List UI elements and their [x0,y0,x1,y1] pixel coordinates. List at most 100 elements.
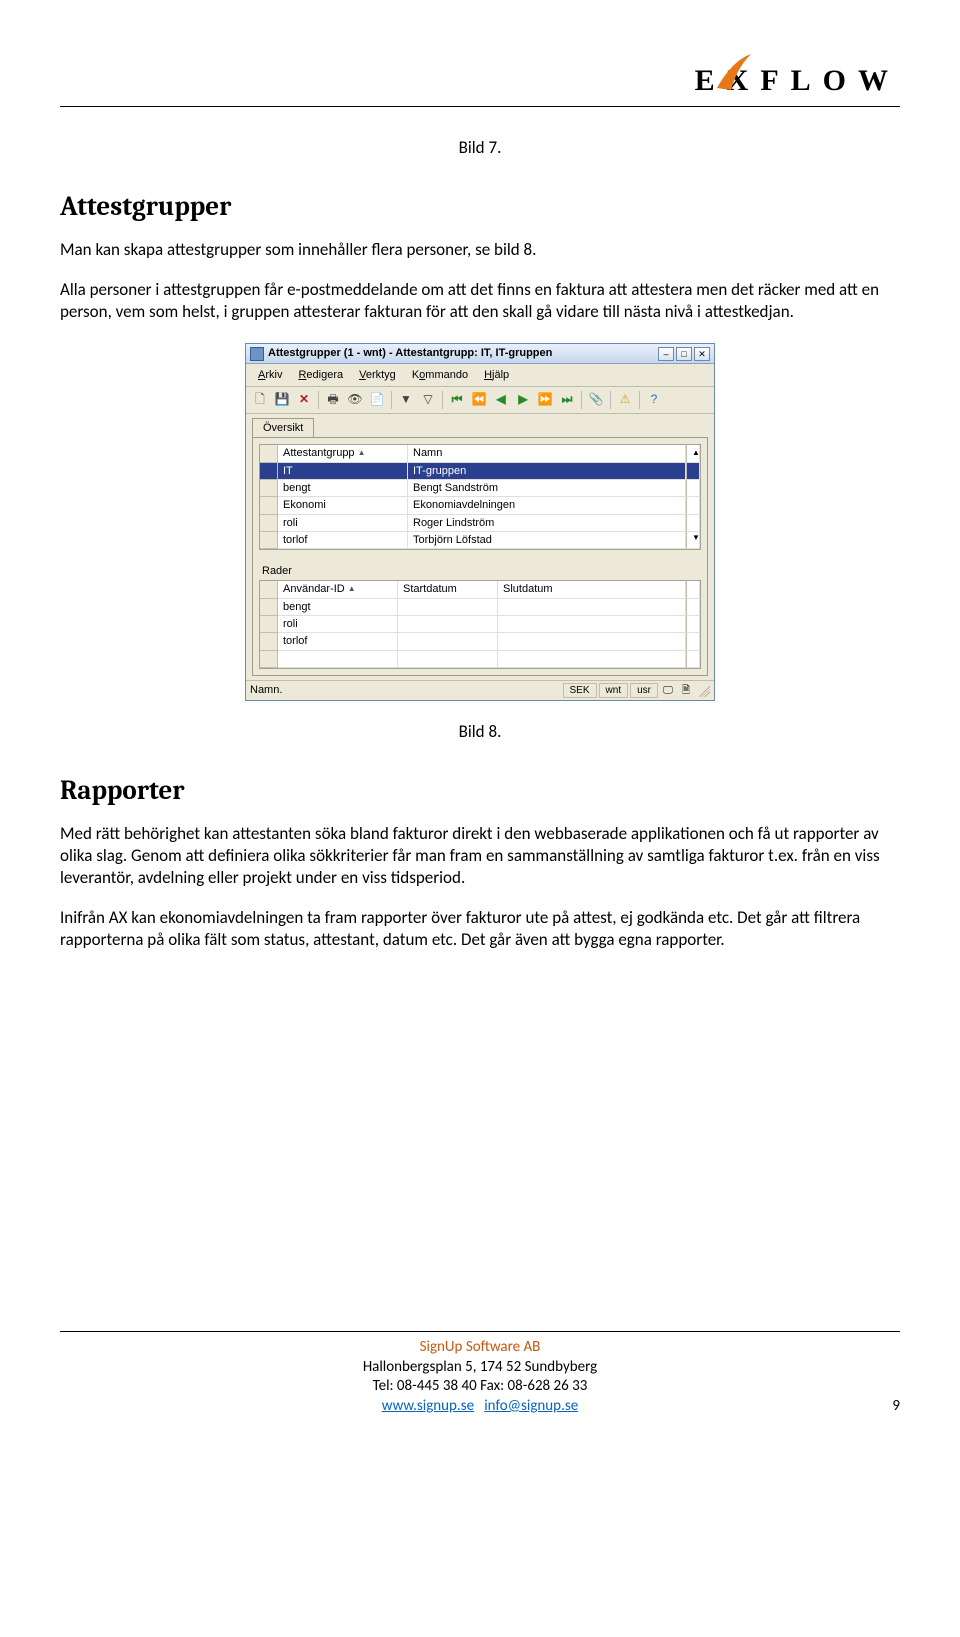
cell-end [498,651,686,668]
nav-last-icon[interactable]: ⏭ [557,390,577,410]
row-selector[interactable] [260,463,278,480]
table-row[interactable]: IT IT-gruppen [260,463,700,480]
export-icon[interactable]: 📄 [367,390,387,410]
footer-link-email[interactable]: info@signup.se [484,1397,578,1415]
toolbar-separator [442,391,443,409]
row-selector[interactable] [260,633,278,650]
col-startdatum[interactable]: Startdatum [398,581,498,598]
scroll-down-icon[interactable]: ▼ [686,532,700,549]
row-selector[interactable] [260,515,278,532]
status-monitor-icon: 🖵 [660,683,676,697]
attach-icon[interactable]: 📎 [586,390,606,410]
minimize-button[interactable]: – [658,347,674,361]
col-attestantgrupp[interactable]: Attestantgrupp▲ [278,445,408,462]
nav-prevpage-icon[interactable]: ⏪ [469,390,489,410]
new-icon[interactable]: 🗋 [250,390,270,410]
row-selector[interactable] [260,480,278,497]
table-row[interactable]: bengt Bengt Sandström [260,480,700,497]
scrollbar[interactable] [686,581,700,598]
cell-user: torlof [278,633,398,650]
sort-asc-icon: ▲ [348,584,356,594]
cell-namn: IT-gruppen [408,463,686,480]
row-selector[interactable] [260,651,278,668]
menu-verktyg[interactable]: Verktyg [353,367,402,383]
row-selector[interactable] [260,532,278,549]
delete-icon[interactable]: ✕ [294,390,314,410]
status-wnt: wnt [599,683,629,698]
filter-icon[interactable]: ▼ [396,390,416,410]
sort-asc-icon: ▲ [358,448,366,458]
menu-redigera[interactable]: Redigera [292,367,349,383]
nav-prev-icon[interactable]: ◀ [491,390,511,410]
row-selector[interactable] [260,616,278,633]
col-anvandarid[interactable]: Användar-ID▲ [278,581,398,598]
cell-namn: Ekonomiavdelningen [408,497,686,514]
maximize-button[interactable]: □ [676,347,692,361]
logo-text: EXFLOW [695,61,900,100]
table-row[interactable]: roli Roger Lindström [260,515,700,532]
resize-grip-icon[interactable] [696,683,710,697]
scroll-up-icon[interactable]: ▲ [686,445,700,462]
para-attest-2: Alla personer i attestgruppen får e-post… [60,279,900,323]
page-footer: SignUp Software AB Hallonbergsplan 5, 17… [60,1331,900,1416]
row-selector[interactable] [260,599,278,616]
footer-phone: Tel: 08-445 38 40 Fax: 08-628 26 33 [90,1377,870,1397]
toolbar-separator [610,391,611,409]
table-row[interactable]: Ekonomi Ekonomiavdelningen [260,497,700,514]
toolbar-separator [391,391,392,409]
menu-arkiv[interactable]: AArkivrkiv [252,367,288,383]
window-title: Attestgrupper (1 - wnt) - Attestantgrupp… [268,346,552,360]
para-rapporter-1: Med rätt behörighet kan attestanten söka… [60,823,900,889]
grid-rader[interactable]: Användar-ID▲ Startdatum Slutdatum bengt [259,580,701,668]
menu-bar: AArkivrkiv Redigera Verktyg Kommando Hjä… [246,364,714,387]
tab-oversikt[interactable]: Översikt [252,418,314,437]
cell-end [498,616,686,633]
cell-start [398,599,498,616]
grid-attestgrupper[interactable]: Attestantgrupp▲ Namn ▲ IT IT-gruppen ben… [259,444,701,550]
cell-grupp: bengt [278,480,408,497]
clear-filter-icon[interactable]: ▽ [418,390,438,410]
caption-bild7: Bild 7. [60,137,900,159]
status-sek: SEK [563,683,597,698]
save-icon[interactable]: 💾 [272,390,292,410]
table-row[interactable]: roli [260,616,700,633]
help-icon[interactable]: ? [644,390,664,410]
print-icon[interactable]: 🖶 [323,390,343,410]
col-namn[interactable]: Namn [408,445,686,462]
row-selector[interactable] [260,497,278,514]
cell-namn: Roger Lindström [408,515,686,532]
cell-grupp: Ekonomi [278,497,408,514]
footer-company: SignUp Software AB [90,1338,870,1358]
tab-pane-oversikt: Attestantgrupp▲ Namn ▲ IT IT-gruppen ben… [252,437,708,675]
cell-end [498,599,686,616]
page-header: EXFLOW [60,60,900,107]
table-row[interactable]: torlof Torbjörn Löfstad ▼ [260,532,700,549]
menu-kommando[interactable]: Kommando [406,367,474,383]
attestgrupper-window: Attestgrupper (1 - wnt) - Attestantgrupp… [245,343,715,700]
nav-next-icon[interactable]: ▶ [513,390,533,410]
heading-rapporter: Rapporter [60,773,900,808]
menu-hjalp[interactable]: Hjälp [478,367,515,383]
cell-namn: Bengt Sandström [408,480,686,497]
cell-user: bengt [278,599,398,616]
nav-first-icon[interactable]: ⏮ [447,390,467,410]
table-row[interactable]: torlof [260,633,700,650]
para-attest-1: Man kan skapa attestgrupper som innehåll… [60,239,900,261]
label-rader: Rader [259,560,701,580]
close-button[interactable]: ✕ [694,347,710,361]
nav-nextpage-icon[interactable]: ⏩ [535,390,555,410]
window-titlebar: Attestgrupper (1 - wnt) - Attestantgrupp… [246,344,714,363]
cell-user [278,651,398,668]
cell-user: roli [278,616,398,633]
preview-icon[interactable]: 👁 [345,390,365,410]
status-bar: Namn. SEK wnt usr 🖵 🗎 [246,680,714,700]
warning-icon[interactable]: ⚠ [615,390,635,410]
col-slutdatum[interactable]: Slutdatum [498,581,686,598]
page-number: 9 [870,1397,900,1417]
table-row[interactable] [260,651,700,668]
toolbar-separator [581,391,582,409]
footer-link-web[interactable]: www.signup.se [382,1397,474,1415]
toolbar-separator [639,391,640,409]
table-row[interactable]: bengt [260,599,700,616]
cell-start [398,651,498,668]
